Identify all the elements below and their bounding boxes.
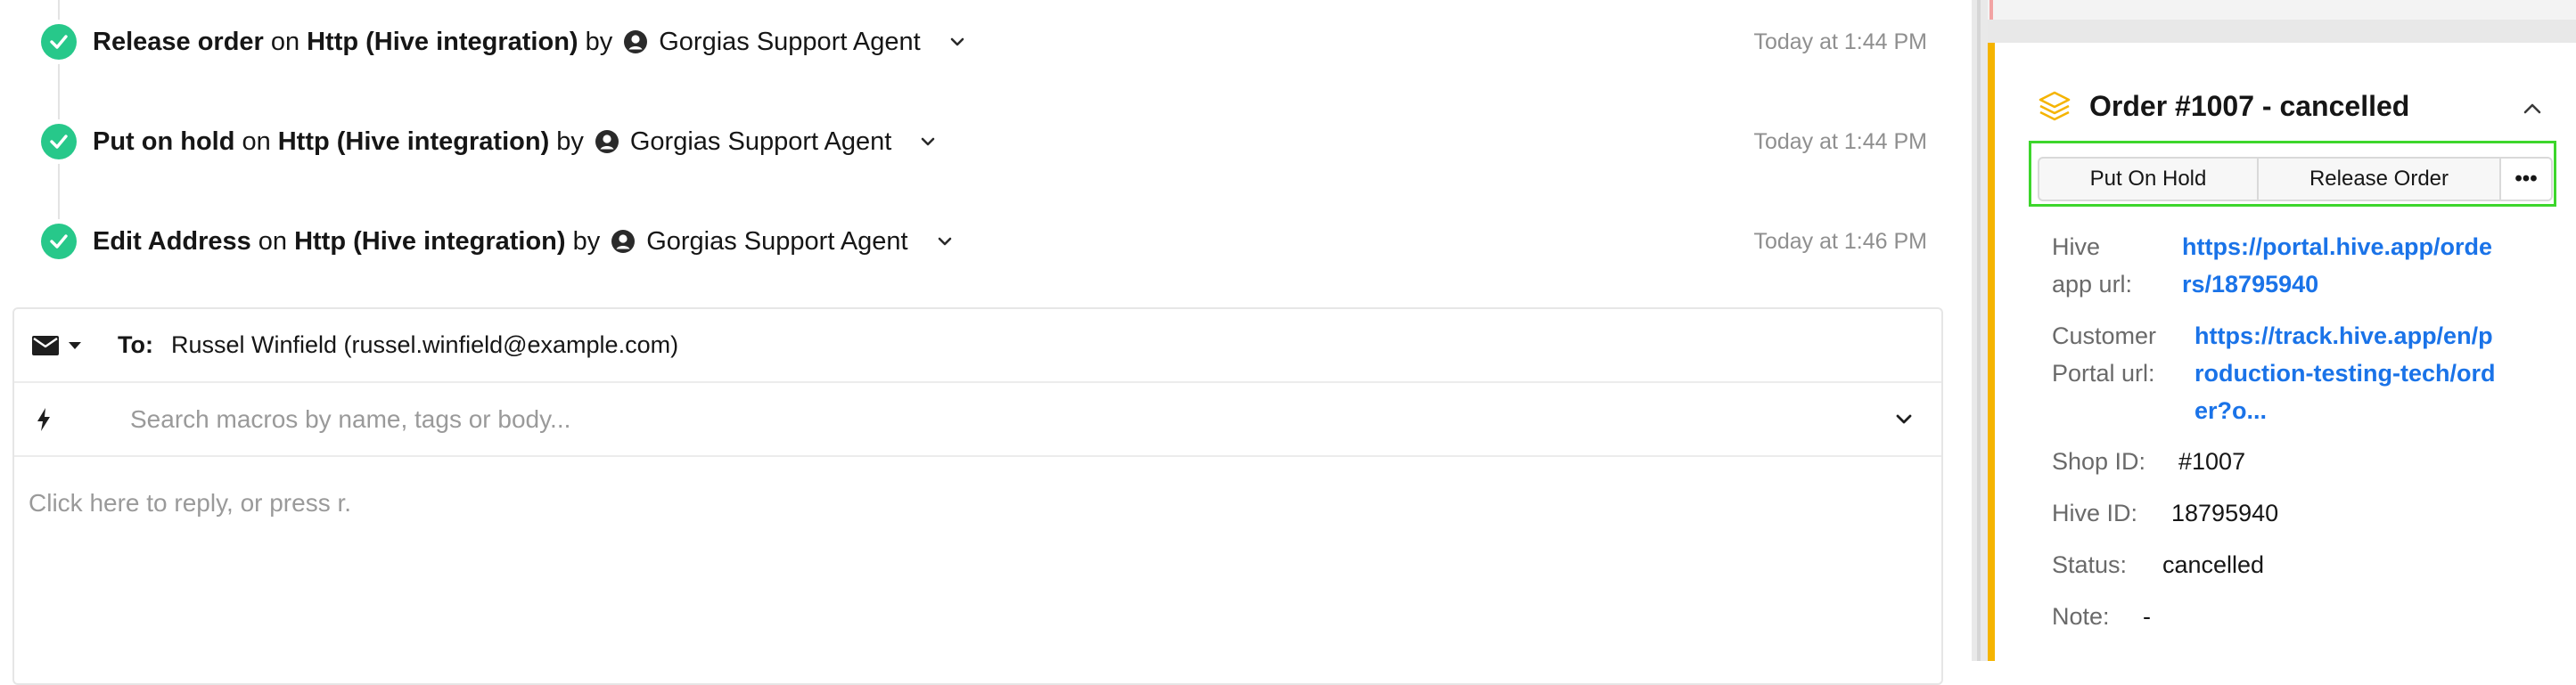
channel-selector[interactable] [32,335,82,355]
hive-app-url-label-1: Hive [2052,233,2101,260]
timeline-event: Edit Address on Http (Hive integration) … [41,221,1927,262]
check-icon [41,124,77,159]
event-action: Release order [93,27,264,56]
event-on: on [242,126,271,156]
customer-portal-label-2: Portal url: [2052,360,2155,387]
chevron-up-icon[interactable] [2521,100,2544,118]
sidebar-header-bar [1988,20,2576,43]
shop-id-label: Shop ID: [2052,448,2146,475]
macro-row [14,383,1941,457]
layers-icon [2039,91,2071,121]
order-title: Order #1007 - cancelled [2089,89,2410,122]
event-on: on [270,27,300,56]
previous-card-accent [1989,0,1993,20]
event-integration: Http (Hive integration) [277,126,550,156]
status-label: Status: [2052,551,2128,578]
event-time: Today at 1:44 PM [1753,29,1927,54]
order-sidebar: Order #1007 - cancelled Put On Hold Rele… [1988,0,2576,661]
more-actions-button[interactable]: ••• [2501,159,2551,200]
person-icon [595,130,619,153]
hive-app-url-link[interactable]: https://portal.hive.app/orde [2182,228,2492,265]
customer-portal-link[interactable]: https://track.hive.app/en/p [2195,317,2493,355]
person-icon [624,30,648,53]
chevron-down-icon[interactable] [948,32,967,52]
event-timeline: Release order on Http (Hive integration)… [0,0,1970,307]
status-value: cancelled [2162,551,2265,578]
event-agent: Gorgias Support Agent [629,126,892,156]
note-value: - [2143,603,2151,630]
mail-icon [32,335,59,355]
macro-search-input[interactable] [128,404,1825,435]
panel-resizer-line [1977,0,1981,661]
event-time: Today at 1:46 PM [1753,228,1927,254]
customer-portal-link-cont[interactable]: roduction-testing-tech/ord [2195,355,2495,392]
shop-id-value: #1007 [2178,448,2246,475]
event-on: on [258,226,288,256]
release-order-button[interactable]: Release Order [2259,159,2501,200]
card-accent-bar [1988,43,1995,661]
customer-portal-label-1: Customer [2052,322,2157,349]
event-integration: Http (Hive integration) [307,27,578,56]
check-icon [41,224,77,259]
event-by: by [572,226,601,256]
hive-id-label: Hive ID: [2052,500,2138,526]
event-by: by [556,126,584,156]
hive-id-value: 18795940 [2171,500,2279,526]
chevron-down-icon[interactable] [935,232,955,251]
timeline-event: Release order on Http (Hive integration)… [41,21,1927,62]
sidebar-top-strip [1988,0,2576,20]
hive-app-url-link-cont[interactable]: rs/18795940 [2182,265,2318,303]
hive-app-url-label-2: app url: [2052,271,2133,298]
event-time: Today at 1:44 PM [1753,128,1927,154]
customer-portal-link-cont[interactable]: er?o... [2195,392,2267,429]
event-by: by [585,27,613,56]
to-label: To: [118,331,153,358]
bolt-icon [37,407,50,431]
event-agent: Gorgias Support Agent [659,27,921,56]
chevron-down-icon[interactable] [1893,410,1915,429]
recipient-row: To: Russel Winfield (russel.winfield@exa… [14,309,1941,383]
put-on-hold-button[interactable]: Put On Hold [2039,159,2259,200]
event-agent: Gorgias Support Agent [646,226,908,256]
check-icon [41,24,77,60]
reply-editor: To: Russel Winfield (russel.winfield@exa… [12,307,1943,685]
chevron-down-icon[interactable] [918,132,938,151]
event-action: Edit Address [93,226,251,256]
recipient-field[interactable]: Russel Winfield (russel.winfield@example… [171,331,678,359]
reply-body[interactable]: Click here to reply, or press r. [29,489,1941,518]
caret-down-icon [69,341,81,349]
note-label: Note: [2052,603,2110,630]
timeline-event: Put on hold on Http (Hive integration) b… [41,121,1927,162]
event-action: Put on hold [93,126,235,156]
event-integration: Http (Hive integration) [294,226,566,256]
order-actions: Put On Hold Release Order ••• [2038,157,2553,201]
order-card-header[interactable]: Order #1007 - cancelled [2038,89,2409,123]
person-icon [611,230,636,253]
